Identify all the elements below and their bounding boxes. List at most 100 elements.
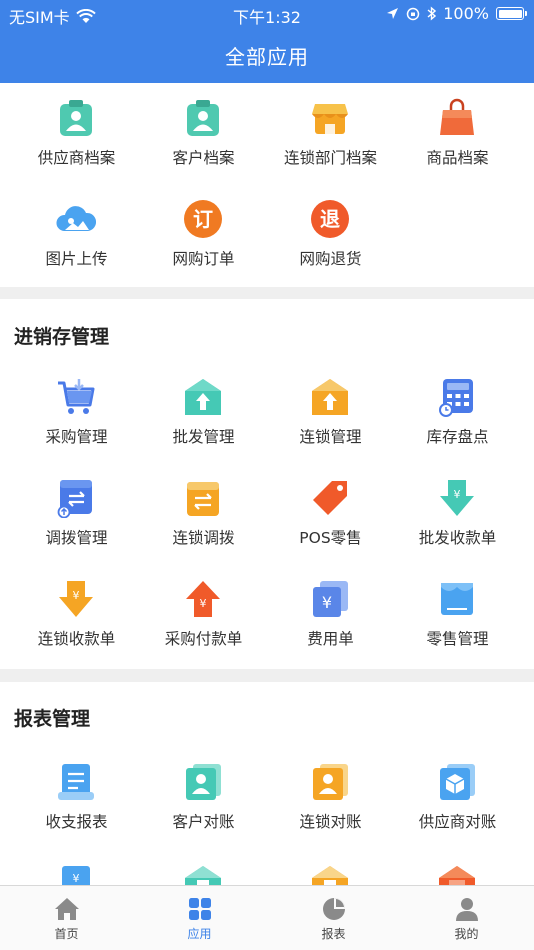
order-glyph: 订	[193, 207, 213, 231]
pie-chart-icon	[323, 898, 345, 920]
app-income-report[interactable]: 收支报表	[10, 762, 143, 852]
app-online-return[interactable]: 退 网购退货	[264, 199, 397, 289]
app-wholesale[interactable]: 批发管理	[137, 377, 270, 467]
app-online-order[interactable]: 订 网购订单	[137, 199, 270, 289]
app-label: 供应商对账	[418, 813, 497, 831]
quick-apps-section: 供应商档案 客户档案 连锁部门档案 商品档案 图片上传 订 网购订单 退 网购退…	[0, 83, 534, 287]
app-label: 连锁调拨	[172, 529, 235, 547]
apps-icon	[189, 898, 211, 920]
chain-transfer-icon	[187, 482, 219, 516]
orientation-lock-icon	[407, 7, 420, 20]
supplier-reconcile-icon	[440, 764, 475, 800]
app-label: 网购退货	[299, 250, 362, 268]
app-retail-management[interactable]: 零售管理	[391, 579, 524, 669]
inventory-section: 进销存管理 采购管理 批发管理 连锁管理 库存盘点 调拨管理 连锁调拨 POS零…	[0, 299, 534, 669]
app-label: POS零售	[299, 529, 362, 547]
tab-label: 应用	[187, 927, 212, 941]
app-wholesale-receipt[interactable]: ¥ 批发收款单	[391, 478, 524, 568]
app-label: 收支报表	[45, 813, 108, 831]
return-icon: 退	[311, 200, 349, 238]
app-label: 商品档案	[426, 149, 489, 167]
bluetooth-icon	[427, 6, 437, 21]
warehouse-orange-icon	[312, 379, 348, 415]
income-report-icon	[58, 764, 94, 800]
app-chain-reconcile[interactable]: 连锁对账	[264, 762, 397, 852]
battery-icon	[496, 7, 527, 20]
svg-text:¥: ¥	[73, 872, 80, 885]
app-label: 客户档案	[172, 149, 235, 167]
store-icon	[312, 104, 348, 134]
app-supplier-reconcile[interactable]: 供应商对账	[391, 762, 524, 852]
return-glyph: 退	[320, 207, 340, 231]
top-bar: 无SIM卡 下午1:32 100% 全部应用	[0, 0, 534, 83]
arrow-down-orange-icon: ¥	[59, 581, 93, 617]
app-label: 连锁对账	[299, 813, 362, 831]
tab-bar: 首页 应用 报表 我的	[0, 885, 534, 950]
app-product-file[interactable]: 商品档案	[391, 98, 524, 188]
report-section: 报表管理 收支报表 客户对账 连锁对账 供应商对账 ¥	[0, 682, 534, 902]
location-arrow-icon	[387, 8, 399, 19]
app-label: 采购管理	[45, 428, 108, 446]
app-label: 采购付款单	[164, 630, 243, 648]
page-title: 全部应用	[225, 45, 309, 69]
app-customer-file[interactable]: 客户档案	[137, 98, 270, 188]
app-chain-department-file[interactable]: 连锁部门档案	[264, 98, 397, 188]
calculator-icon	[439, 379, 473, 417]
app-label: 供应商档案	[37, 149, 116, 167]
home-icon	[55, 898, 79, 920]
transfer-window-icon	[57, 480, 92, 518]
app-purchase-payment[interactable]: ¥ 采购付款单	[137, 579, 270, 669]
order-icon: 订	[184, 200, 222, 238]
app-label: 连锁收款单	[37, 630, 116, 648]
tab-profile[interactable]: 我的	[400, 886, 533, 950]
warehouse-teal-icon	[185, 379, 221, 415]
app-pos-retail[interactable]: POS零售	[264, 478, 397, 568]
price-tag-icon	[313, 481, 347, 515]
tab-label: 我的	[454, 927, 479, 941]
svg-text:¥: ¥	[73, 589, 80, 602]
app-label: 客户对账	[172, 813, 235, 831]
section-title: 报表管理	[14, 708, 91, 730]
svg-text:¥: ¥	[322, 593, 332, 612]
battery-percent: 100%	[443, 4, 489, 23]
screen: { "status_bar": { "carrier": "无SIM卡", "t…	[0, 0, 534, 950]
svg-text:¥: ¥	[200, 597, 207, 610]
cart-icon	[58, 379, 95, 414]
app-label: 连锁部门档案	[283, 149, 377, 167]
chain-reconcile-icon	[313, 764, 348, 800]
status-bar: 无SIM卡 下午1:32 100%	[0, 0, 534, 28]
app-label: 网购订单	[172, 250, 235, 268]
app-chain-management[interactable]: 连锁管理	[264, 377, 397, 467]
shopping-bag-icon	[440, 98, 474, 135]
customer-file-icon	[187, 100, 219, 136]
arrow-up-red-icon: ¥	[186, 581, 220, 617]
app-stock-take[interactable]: 库存盘点	[391, 377, 524, 467]
app-image-upload[interactable]: 图片上传	[10, 199, 143, 289]
arrow-down-teal-icon: ¥	[440, 480, 474, 516]
tab-label: 报表	[321, 927, 346, 941]
app-customer-reconcile[interactable]: 客户对账	[137, 762, 270, 852]
section-title: 进销存管理	[14, 326, 110, 348]
app-label: 调拨管理	[45, 529, 108, 547]
app-transfer[interactable]: 调拨管理	[10, 478, 143, 568]
expense-cards-icon: ¥	[313, 581, 348, 617]
app-chain-transfer[interactable]: 连锁调拨	[137, 478, 270, 568]
supplier-file-icon	[60, 100, 92, 136]
app-supplier-file[interactable]: 供应商档案	[10, 98, 143, 188]
customer-reconcile-icon	[186, 764, 221, 800]
tab-reports[interactable]: 报表	[267, 886, 400, 950]
app-expense[interactable]: ¥ 费用单	[264, 579, 397, 669]
app-label: 图片上传	[45, 250, 108, 268]
app-label: 零售管理	[426, 630, 489, 648]
cloud-upload-icon	[56, 206, 96, 231]
app-label: 批发管理	[172, 428, 235, 446]
app-purchase[interactable]: 采购管理	[10, 377, 143, 467]
app-chain-receipt[interactable]: ¥ 连锁收款单	[10, 579, 143, 669]
retail-icon	[441, 583, 473, 615]
tab-apps[interactable]: 应用	[133, 886, 266, 950]
tab-home[interactable]: 首页	[0, 886, 133, 950]
tab-label: 首页	[54, 927, 79, 941]
app-label: 批发收款单	[418, 529, 497, 547]
svg-text:¥: ¥	[454, 488, 461, 501]
profile-icon	[456, 898, 478, 921]
